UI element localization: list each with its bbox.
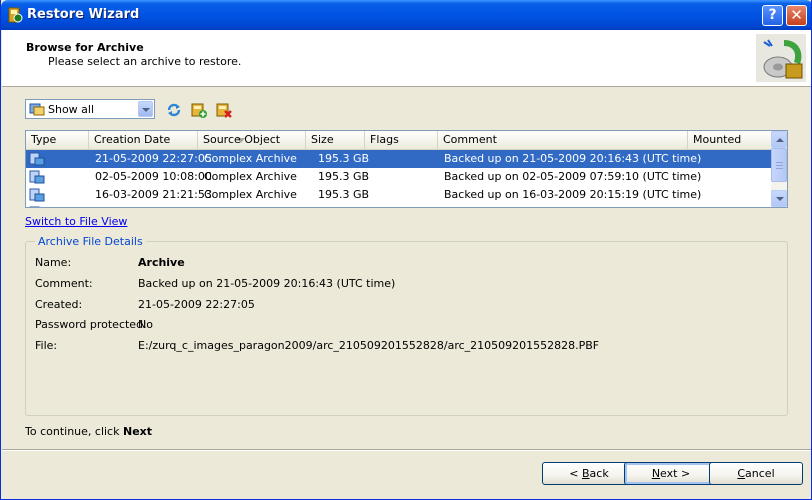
continue-action: Next xyxy=(122,425,153,438)
archive-file-icon xyxy=(29,152,45,166)
archive-filter-icon xyxy=(29,103,45,116)
close-button[interactable]: ✕ xyxy=(786,5,807,26)
page-title: Browse for Archive xyxy=(26,41,144,54)
column-header-source-object[interactable]: Source Object xyxy=(198,131,306,149)
window-title: Restore Wizard xyxy=(27,7,140,22)
restore-wizard-window: Restore Wizard ? ✕ Browse for Archive Pl… xyxy=(0,0,812,500)
dropdown-arrow-button[interactable] xyxy=(138,101,153,117)
chevron-down-icon xyxy=(776,197,784,201)
table-row-partial[interactable] xyxy=(26,204,771,207)
archive-filter-value: Show all xyxy=(48,103,95,116)
source-object-cell: Complex Archive xyxy=(204,188,297,201)
continue-instruction: To continue, click Next xyxy=(25,425,152,438)
table-row[interactable]: 21-05-2009 22:27:05 Complex Archive 195.… xyxy=(26,150,771,168)
next-label-rest: ext > xyxy=(660,467,691,480)
help-button[interactable]: ? xyxy=(762,5,783,26)
comment-cell: Backed up on 21-05-2009 20:16:43 (UTC ti… xyxy=(444,152,702,165)
archive-file-icon xyxy=(29,206,40,207)
table-row[interactable]: 16-03-2009 21:21:53 Complex Archive 195.… xyxy=(26,186,771,204)
detail-comment-label: Comment: xyxy=(35,277,93,290)
archive-file-icon xyxy=(29,188,45,202)
archive-list-header: Type Creation Date Source Object Size Fl… xyxy=(26,131,771,150)
column-header-creation-date[interactable]: Creation Date xyxy=(89,131,245,149)
scroll-up-button[interactable] xyxy=(771,131,787,148)
column-header-type[interactable]: Type xyxy=(26,131,89,149)
detail-created-value: 21-05-2009 22:27:05 xyxy=(138,298,255,311)
app-icon xyxy=(8,7,23,23)
size-cell: 195.3 GB xyxy=(318,188,370,201)
close-icon: ✕ xyxy=(790,6,803,24)
source-object-cell: Complex Archive xyxy=(204,170,297,183)
detail-file-value: E:/zurq_c_images_paragon2009/arc_2105092… xyxy=(138,339,600,352)
switch-to-file-view-link[interactable]: Switch to File View xyxy=(25,215,127,228)
cancel-label-rest: ancel xyxy=(745,467,775,480)
cancel-button[interactable]: Cancel xyxy=(709,462,803,485)
refresh-icon[interactable] xyxy=(165,101,183,119)
back-label-rest: ack xyxy=(589,467,609,480)
archive-list-scrollbar[interactable] xyxy=(771,131,787,207)
chevron-up-icon xyxy=(776,138,784,142)
detail-name-value: Archive xyxy=(138,256,185,269)
size-cell: 195.3 GB xyxy=(318,152,370,165)
back-prefix: < xyxy=(569,467,582,480)
grip-line xyxy=(776,165,783,166)
scroll-thumb[interactable] xyxy=(771,148,787,182)
column-header-mounted[interactable]: Mounted xyxy=(688,131,771,149)
column-header-comment[interactable]: Comment xyxy=(438,131,688,149)
title-bar[interactable]: Restore Wizard ? ✕ xyxy=(1,0,811,30)
chevron-down-icon xyxy=(142,108,150,112)
archive-list[interactable]: Type Creation Date Source Object Size Fl… xyxy=(25,130,788,208)
detail-password-value: No xyxy=(138,318,153,331)
delete-archive-icon[interactable] xyxy=(215,101,233,119)
next-accesskey: N xyxy=(651,467,661,480)
next-button[interactable]: Next > xyxy=(624,462,718,485)
add-archive-icon[interactable] xyxy=(190,101,208,119)
archive-filter-dropdown[interactable]: Show all xyxy=(25,99,155,119)
column-header-flags[interactable]: Flags xyxy=(365,131,438,149)
detail-password-label: Password protected: xyxy=(35,318,147,331)
column-header-size[interactable]: Size xyxy=(306,131,365,149)
grip-line xyxy=(776,168,783,169)
page-subtitle: Please select an archive to restore. xyxy=(48,55,242,68)
help-icon: ? xyxy=(768,7,777,23)
archive-file-icon xyxy=(29,170,45,184)
grip-line xyxy=(776,162,783,163)
creation-date-cell: 16-03-2009 21:21:53 xyxy=(95,188,212,201)
archive-file-details-title: Archive File Details xyxy=(35,235,146,248)
back-button[interactable]: < Back xyxy=(542,462,636,485)
scroll-down-button[interactable] xyxy=(771,190,787,207)
creation-date-cell: 02-05-2009 10:08:00 xyxy=(95,170,212,183)
creation-date-cell: 21-05-2009 22:27:05 xyxy=(95,152,212,165)
detail-comment-value: Backed up on 21-05-2009 20:16:43 (UTC ti… xyxy=(138,277,396,290)
detail-name-label: Name: xyxy=(35,256,72,269)
continue-prefix: To continue, click xyxy=(25,425,120,438)
restore-wizard-art-icon xyxy=(756,34,806,82)
table-row[interactable]: 02-05-2009 10:08:00 Complex Archive 195.… xyxy=(26,168,771,186)
wizard-header: Browse for Archive Please select an arch… xyxy=(2,30,811,87)
back-accesskey: B xyxy=(582,467,590,480)
detail-file-label: File: xyxy=(35,339,58,352)
detail-created-label: Created: xyxy=(35,298,83,311)
column-header-label: Creation Date xyxy=(94,133,171,146)
footer-separator xyxy=(2,449,811,451)
cancel-accesskey: C xyxy=(737,467,746,480)
comment-cell: Backed up on 16-03-2009 20:15:19 (UTC ti… xyxy=(444,188,702,201)
source-object-cell: Complex Archive xyxy=(204,152,297,165)
comment-cell: Backed up on 02-05-2009 07:59:10 (UTC ti… xyxy=(444,170,702,183)
size-cell: 195.3 GB xyxy=(318,170,370,183)
